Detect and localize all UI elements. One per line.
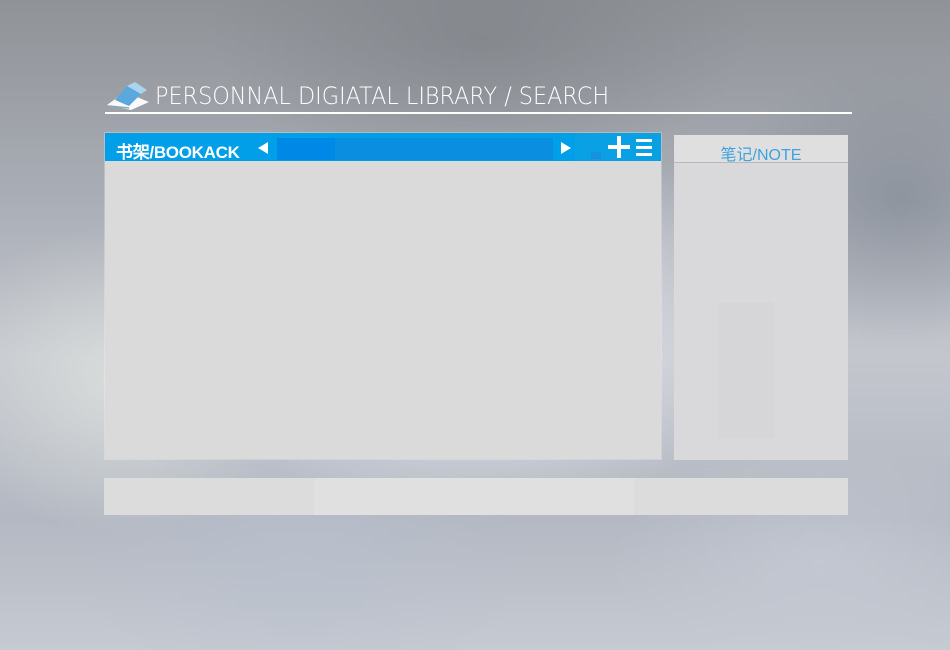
note-content-area[interactable] [674,163,848,460]
bottom-bar-segment [314,478,634,515]
note-inner-region [718,303,774,438]
bookcase-title: 书架/BOOKACK [116,143,240,162]
menu-line [636,146,652,149]
menu-line [636,153,652,156]
page-title: PERSONNAL DIGIATAL LIBRARY / SEARCH [155,82,610,110]
note-panel: 笔记/NOTE [674,135,848,460]
bookcase-scroll-strip[interactable] [277,138,553,160]
toolbar-indicator [591,152,601,159]
bookcase-toolbar: 书架/BOOKACK [105,133,661,162]
selected-book-slot[interactable] [277,138,335,160]
plus-icon[interactable] [608,136,630,158]
bottom-bar[interactable] [104,478,848,515]
arrow-right-icon[interactable] [561,142,571,154]
note-header: 笔记/NOTE [674,135,848,164]
arrow-left-icon[interactable] [258,142,268,154]
header: PERSONNAL DIGIATAL LIBRARY / SEARCH [105,80,852,114]
bookcase-content-area[interactable] [105,161,661,459]
bookcase-panel: 书架/BOOKACK [105,133,661,459]
open-book-icon [107,82,149,110]
note-title: 笔记/NOTE [720,147,802,164]
menu-line [636,139,652,142]
menu-icon[interactable] [636,139,652,156]
